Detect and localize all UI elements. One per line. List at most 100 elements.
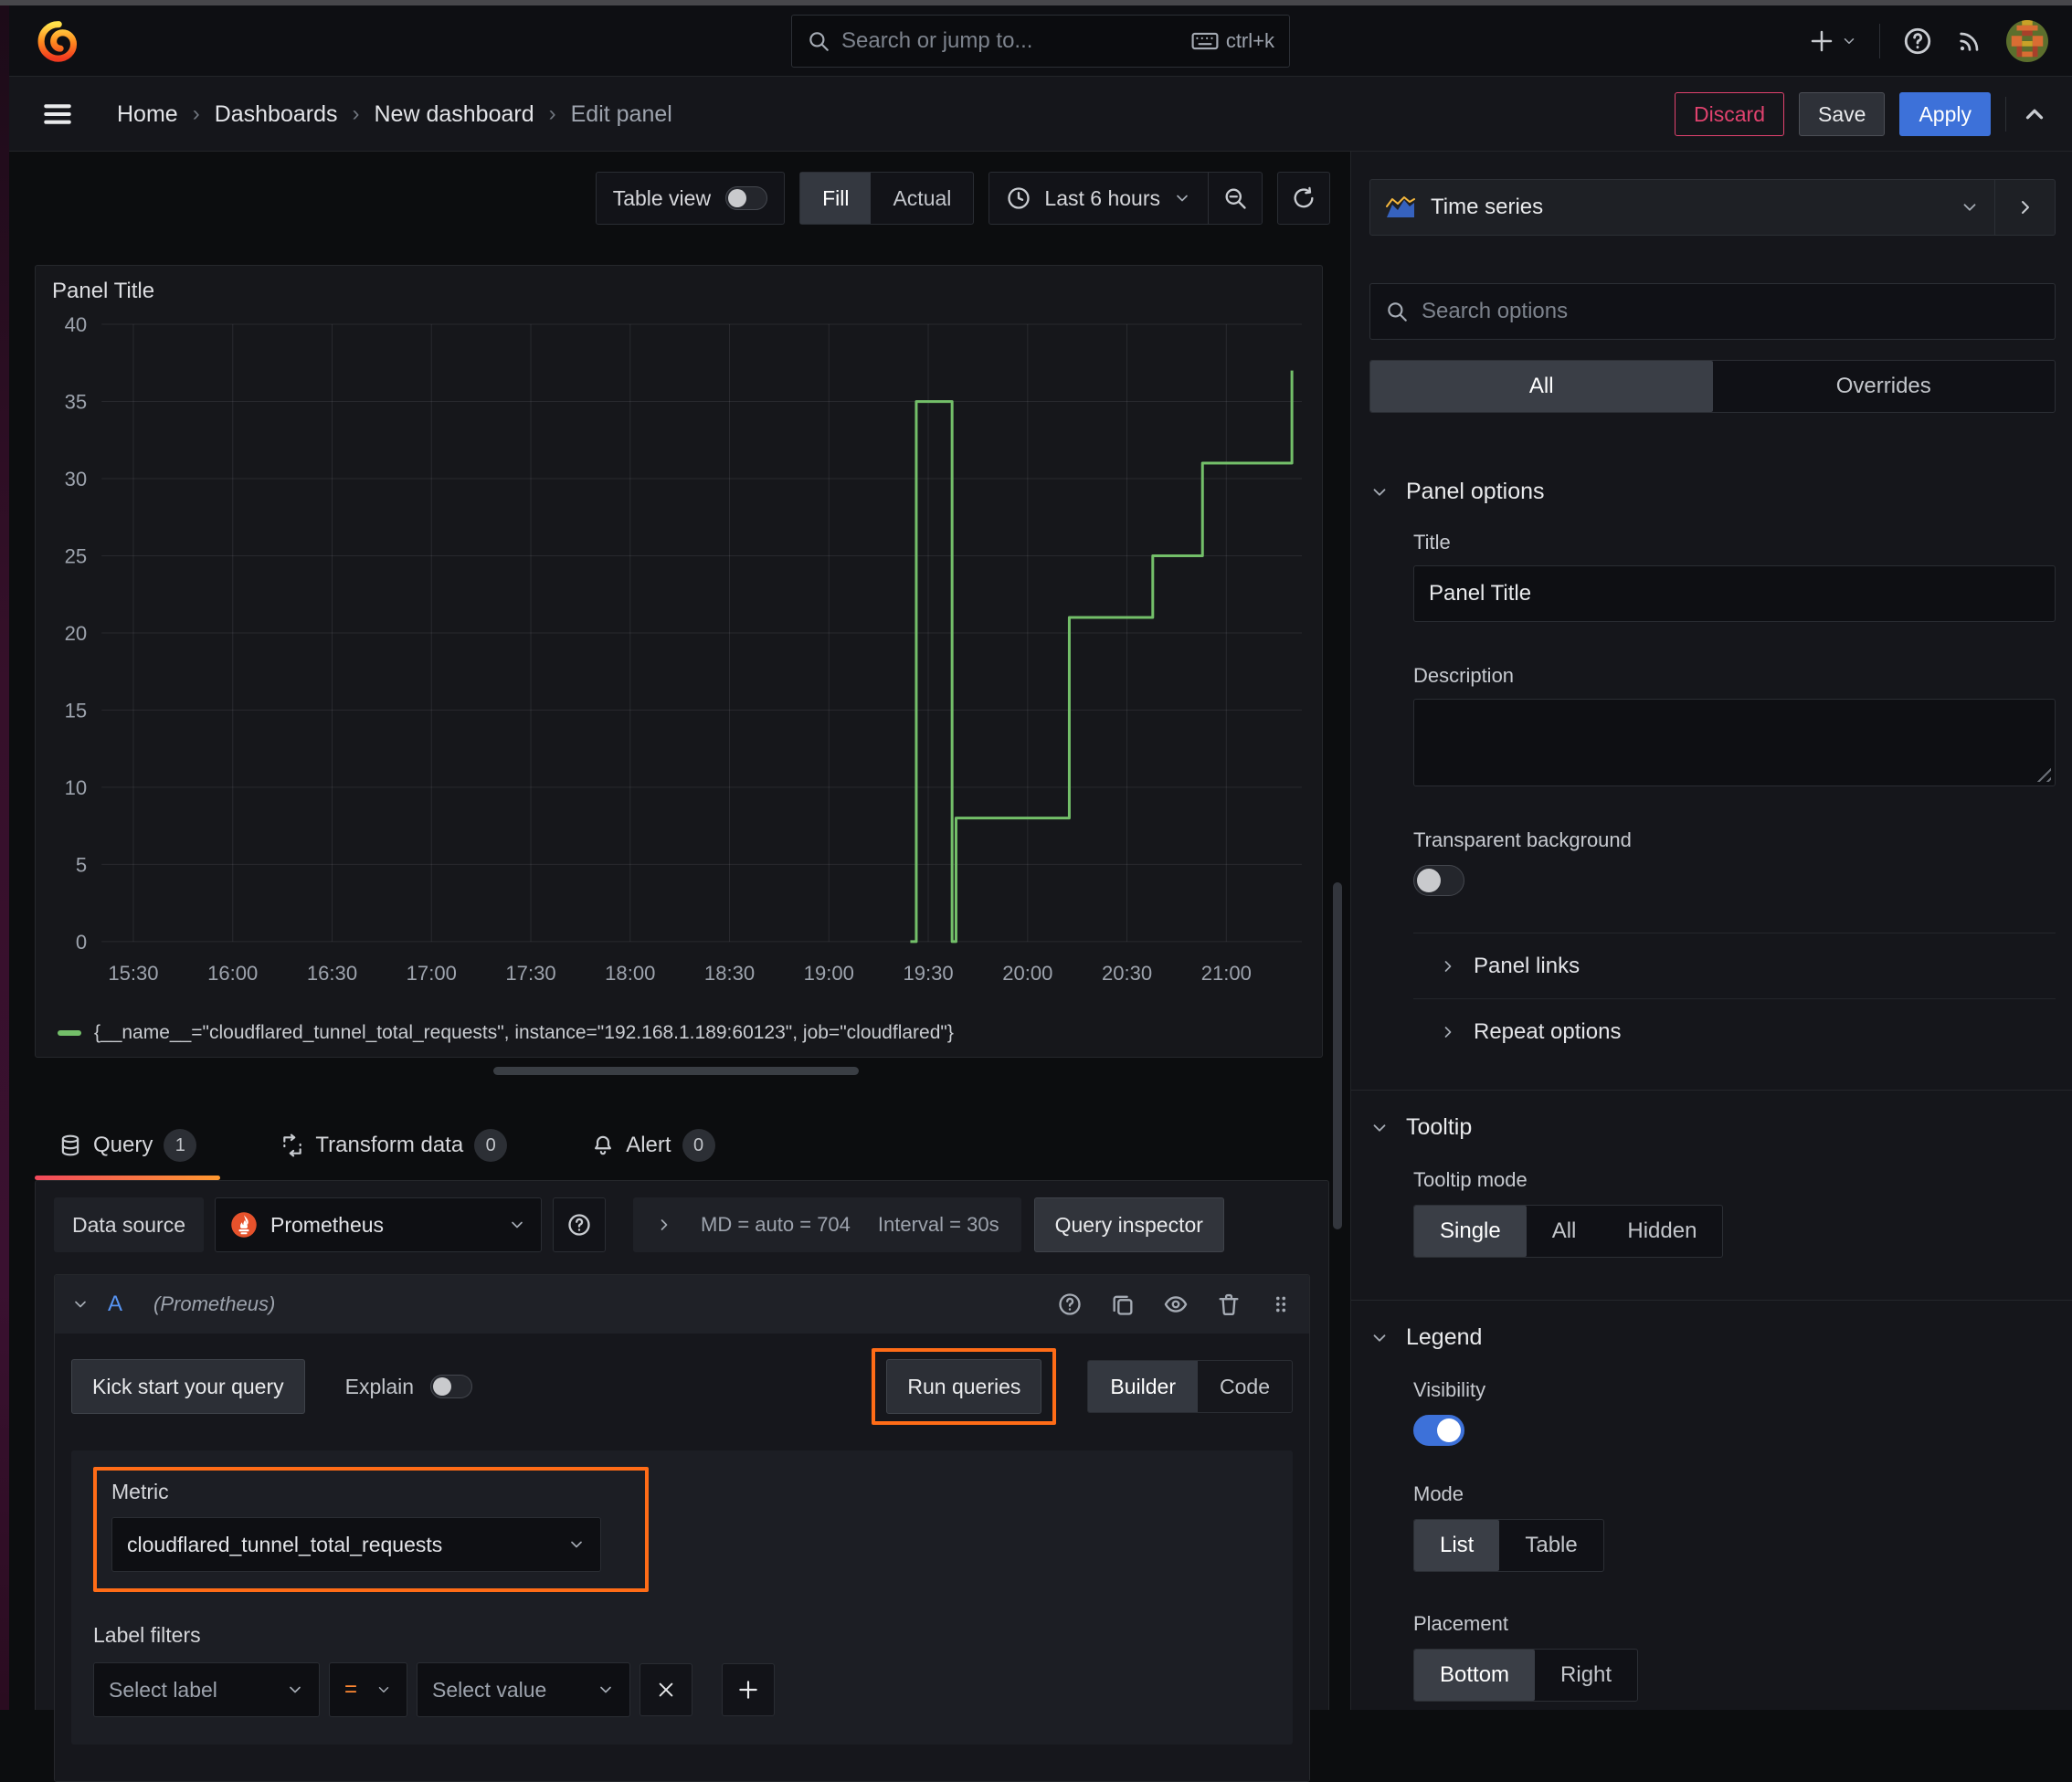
chart-legend[interactable]: {__name__="cloudflared_tunnel_total_requ… <box>58 1022 954 1044</box>
query-builder-toolbar: Kick start your query Explain Run querie… <box>71 1348 1293 1425</box>
metric-select[interactable]: cloudflared_tunnel_total_requests <box>111 1517 601 1572</box>
explain-label: Explain <box>345 1375 414 1399</box>
search-icon <box>1385 300 1409 323</box>
overrides-tab[interactable]: Overrides <box>1713 361 2056 412</box>
chevron-down-icon <box>375 1682 392 1698</box>
chevron-up-icon[interactable] <box>2021 100 2048 128</box>
global-search-input[interactable]: Search or jump to... ctrl+k <box>791 15 1290 68</box>
tooltip-hidden-option[interactable]: Hidden <box>1602 1206 1722 1257</box>
run-queries-button[interactable]: Run queries <box>886 1359 1041 1414</box>
drag-handle-icon[interactable] <box>1269 1292 1293 1316</box>
metric-label: Metric <box>111 1480 608 1504</box>
legend-header[interactable]: Legend <box>1369 1324 2056 1351</box>
main-scrollbar[interactable] <box>1333 882 1342 1229</box>
legend-list-option[interactable]: List <box>1414 1520 1499 1571</box>
placement-bottom-option[interactable]: Bottom <box>1414 1650 1535 1701</box>
panel-title-input[interactable] <box>1413 565 2056 622</box>
save-button[interactable]: Save <box>1799 92 1885 136</box>
select-value-dropdown[interactable]: Select value <box>417 1662 630 1717</box>
actual-option[interactable]: Actual <box>871 173 973 224</box>
tooltip-single-option[interactable]: Single <box>1414 1206 1527 1257</box>
chevron-down-icon <box>1369 1328 1390 1348</box>
panel-links-section[interactable]: Panel links <box>1413 933 2056 998</box>
breadcrumb-new-dashboard[interactable]: New dashboard <box>375 101 534 128</box>
code-option[interactable]: Code <box>1198 1361 1292 1412</box>
grafana-logo-icon[interactable] <box>35 18 80 64</box>
legend-table-option[interactable]: Table <box>1499 1520 1602 1571</box>
metric-annotation: Metric cloudflared_tunnel_total_requests <box>93 1467 649 1592</box>
panel-options-content: Title Description Transparent background… <box>1369 531 2056 1064</box>
chevron-right-icon <box>1439 1023 1457 1041</box>
title-label: Title <box>1413 531 2056 554</box>
add-filter-button[interactable] <box>722 1663 775 1716</box>
panel-options-header[interactable]: Panel options <box>1369 479 2056 505</box>
fill-option[interactable]: Fill <box>800 173 871 224</box>
discard-button[interactable]: Discard <box>1675 92 1784 136</box>
tab-alert-label: Alert <box>626 1133 671 1158</box>
zoom-out-button[interactable] <box>1209 173 1262 224</box>
help-circle-icon[interactable] <box>1057 1292 1083 1317</box>
chevron-down-icon <box>567 1535 586 1554</box>
zoom-out-icon <box>1222 185 1248 211</box>
table-view-toggle[interactable] <box>725 186 767 210</box>
query-options-collapsed[interactable]: MD = auto = 704 Interval = 30s <box>633 1197 1021 1252</box>
svg-text:40: 40 <box>65 313 88 336</box>
breadcrumb-edit-panel: Edit panel <box>571 101 672 128</box>
tab-transform-label: Transform data <box>315 1133 463 1158</box>
select-label-dropdown[interactable]: Select label <box>93 1662 320 1717</box>
builder-option[interactable]: Builder <box>1088 1361 1198 1412</box>
apply-button[interactable]: Apply <box>1899 92 1991 136</box>
menu-icon[interactable] <box>40 97 75 132</box>
tooltip-header[interactable]: Tooltip <box>1369 1114 2056 1141</box>
database-icon <box>58 1134 82 1157</box>
resize-grip-icon[interactable] <box>2036 767 2051 782</box>
duplicate-icon[interactable] <box>1110 1292 1136 1317</box>
collapse-options-button[interactable] <box>1994 180 2055 235</box>
repeat-options-section[interactable]: Repeat options <box>1413 998 2056 1064</box>
user-avatar[interactable] <box>2006 20 2048 62</box>
eye-icon[interactable] <box>1163 1292 1189 1317</box>
search-shortcut: ctrl+k <box>1191 29 1274 53</box>
svg-text:35: 35 <box>65 391 88 414</box>
svg-text:20: 20 <box>65 622 88 645</box>
chevron-down-icon <box>1369 482 1390 502</box>
chevron-right-icon <box>1439 957 1457 975</box>
tab-alert[interactable]: Alert 0 <box>567 1111 738 1180</box>
help-button[interactable] <box>1902 26 1933 57</box>
refresh-button[interactable] <box>1277 172 1330 225</box>
tab-transform-data[interactable]: Transform data 0 <box>257 1111 531 1180</box>
breadcrumb-dashboards[interactable]: Dashboards <box>215 101 338 128</box>
datasource-label: Data source <box>54 1197 204 1252</box>
tooltip-all-option[interactable]: All <box>1527 1206 1602 1257</box>
query-row-header[interactable]: A (Prometheus) <box>55 1275 1309 1334</box>
query-row-a: A (Prometheus) Kick start your query Exp… <box>54 1274 1310 1782</box>
search-options-input[interactable]: Search options <box>1369 283 2056 340</box>
kick-start-button[interactable]: Kick start your query <box>71 1359 305 1414</box>
shortcut-label: ctrl+k <box>1226 29 1274 53</box>
operator-dropdown[interactable]: = <box>329 1662 407 1717</box>
breadcrumb-home[interactable]: Home <box>117 101 178 128</box>
time-range-picker[interactable]: Last 6 hours <box>989 173 1208 224</box>
tab-query[interactable]: Query 1 <box>35 1111 220 1180</box>
resize-handle[interactable] <box>493 1067 859 1075</box>
legend-visibility-toggle[interactable] <box>1413 1415 1464 1446</box>
visualization-picker[interactable]: Time series <box>1370 180 1994 235</box>
description-textarea[interactable] <box>1413 699 2056 786</box>
transparent-background-toggle[interactable] <box>1413 865 1464 896</box>
trash-icon[interactable] <box>1216 1292 1242 1317</box>
select-label-placeholder: Select label <box>109 1678 217 1703</box>
bell-icon <box>591 1134 615 1157</box>
all-tab[interactable]: All <box>1370 361 1713 412</box>
datasource-picker[interactable]: Prometheus <box>215 1197 542 1252</box>
explain-toggle[interactable] <box>430 1375 472 1398</box>
tab-alert-badge: 0 <box>682 1129 715 1162</box>
datasource-help-button[interactable] <box>553 1197 606 1252</box>
news-button[interactable] <box>1955 26 1984 56</box>
placement-right-option[interactable]: Right <box>1535 1650 1637 1701</box>
new-menu-button[interactable] <box>1808 27 1857 55</box>
max-data-points-value: MD = auto = 704 <box>701 1213 851 1237</box>
chart-area[interactable]: 051015202530354015:3016:0016:3017:0017:3… <box>41 310 1315 996</box>
time-range-group: Last 6 hours <box>988 172 1263 225</box>
remove-filter-button[interactable] <box>640 1663 692 1716</box>
query-inspector-button[interactable]: Query inspector <box>1034 1197 1224 1252</box>
